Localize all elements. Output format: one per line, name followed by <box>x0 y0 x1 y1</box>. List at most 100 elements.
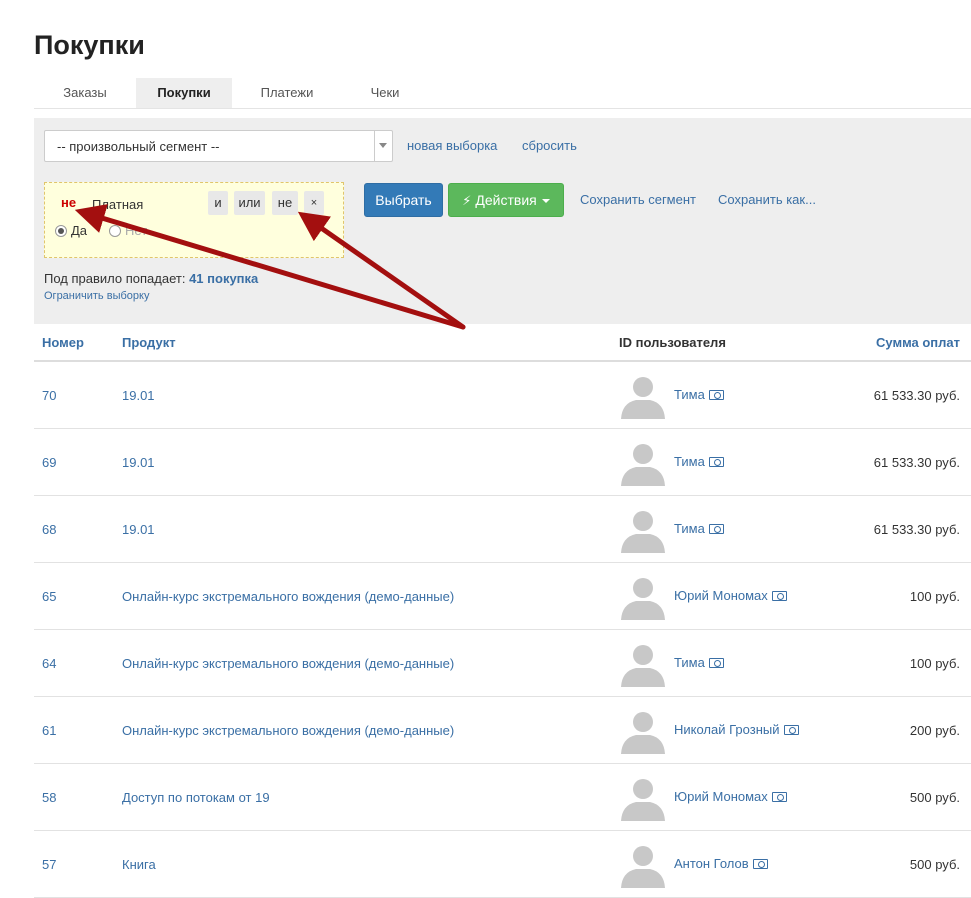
table-row: 70 19.01 Тима 61 533.30 руб. <box>34 362 971 429</box>
user-link[interactable]: Тима <box>674 387 724 402</box>
product-link[interactable]: Онлайн-курс экстремального вождения (дем… <box>122 589 454 604</box>
table-header: Номер Продукт ID пользователя Сумма опла… <box>34 324 971 362</box>
table-row: 64 Онлайн-курс экстремального вождения (… <box>34 630 971 697</box>
avatar-placeholder-icon <box>621 712 665 754</box>
money-icon[interactable] <box>752 858 768 869</box>
money-icon[interactable] <box>708 657 724 668</box>
user-link[interactable]: Юрий Мономах <box>674 789 787 804</box>
and-button[interactable]: и <box>208 191 228 215</box>
payment-sum: 61 533.30 руб. <box>873 455 960 470</box>
reset-link[interactable]: сбросить <box>522 138 577 153</box>
save-as-link[interactable]: Сохранить как... <box>718 192 816 207</box>
product-link[interactable]: Доступ по потокам от 19 <box>122 790 270 805</box>
segment-select-toggle[interactable] <box>374 131 392 161</box>
column-header-product[interactable]: Продукт <box>122 335 176 350</box>
user-link[interactable]: Тима <box>674 655 724 670</box>
new-selection-link[interactable]: новая выборка <box>407 138 497 153</box>
rule-count-link[interactable]: 41 покупка <box>189 271 258 286</box>
column-header-user-id: ID пользователя <box>619 335 726 350</box>
column-header-number[interactable]: Номер <box>42 335 84 350</box>
caret-down-icon <box>541 199 550 204</box>
tab-bar: Заказы Покупки Платежи Чеки <box>34 78 971 109</box>
lightning-icon: ⚡ <box>462 193 472 208</box>
avatar-placeholder-icon <box>621 444 665 486</box>
user-name: Юрий Мономах <box>674 789 768 804</box>
actions-button[interactable]: ⚡ Действия <box>448 183 564 217</box>
purchase-number-link[interactable]: 64 <box>42 656 56 671</box>
avatar-placeholder-icon <box>621 511 665 553</box>
remove-condition-button[interactable]: × <box>304 191 324 215</box>
purchase-number-link[interactable]: 70 <box>42 388 56 403</box>
purchase-number-link[interactable]: 57 <box>42 857 56 872</box>
table-row: 65 Онлайн-курс экстремального вождения (… <box>34 563 971 630</box>
avatar-placeholder-icon <box>621 578 665 620</box>
money-icon[interactable] <box>708 523 724 534</box>
product-link[interactable]: 19.01 <box>122 522 155 537</box>
money-icon[interactable] <box>771 791 787 802</box>
user-link[interactable]: Антон Голов <box>674 856 768 871</box>
condition-label: Платная <box>92 197 144 212</box>
product-link[interactable]: 19.01 <box>122 455 155 470</box>
payment-sum: 500 руб. <box>909 857 960 872</box>
money-icon[interactable] <box>783 724 799 735</box>
radio-yes[interactable] <box>55 224 67 237</box>
table-row: 57 Книга Антон Голов 500 руб. <box>34 831 971 898</box>
radio-no-label: Нет <box>125 223 148 238</box>
product-link[interactable]: Онлайн-курс экстремального вождения (дем… <box>122 723 454 738</box>
purchase-number-link[interactable]: 65 <box>42 589 56 604</box>
purchases-table: 70 19.01 Тима 61 533.30 руб. 69 19.01 Ти… <box>34 362 971 898</box>
tab-receipts[interactable]: Чеки <box>342 78 428 108</box>
user-link[interactable]: Николай Грозный <box>674 722 799 737</box>
limit-selection-link[interactable]: Ограничить выборку <box>44 290 149 302</box>
or-button[interactable]: или <box>234 191 265 215</box>
user-link[interactable]: Юрий Мономах <box>674 588 787 603</box>
filter-condition: не Платная и или не × Да Нет <box>44 182 344 258</box>
radio-yes-label: Да <box>71 223 88 238</box>
segment-select[interactable]: -- произвольный сегмент -- <box>44 130 393 162</box>
payment-sum: 100 руб. <box>909 656 960 671</box>
money-icon[interactable] <box>708 389 724 400</box>
purchase-number-link[interactable]: 68 <box>42 522 56 537</box>
condition-negation-toggle[interactable]: не <box>61 195 76 210</box>
purchase-number-link[interactable]: 61 <box>42 723 56 738</box>
chevron-down-icon <box>379 143 387 148</box>
table-row: 61 Онлайн-курс экстремального вождения (… <box>34 697 971 764</box>
tab-payments[interactable]: Платежи <box>232 78 342 108</box>
user-name: Тима <box>674 655 705 670</box>
condition-radio-group: Да Нет <box>55 223 169 238</box>
tab-orders[interactable]: Заказы <box>34 78 136 108</box>
product-link[interactable]: 19.01 <box>122 388 155 403</box>
user-link[interactable]: Тима <box>674 521 724 536</box>
column-header-sum[interactable]: Сумма оплат <box>876 335 960 350</box>
user-name: Тима <box>674 454 705 469</box>
rule-summary-prefix: Под правило попадает: <box>44 271 186 286</box>
avatar-placeholder-icon <box>621 377 665 419</box>
avatar-placeholder-icon <box>621 645 665 687</box>
payment-sum: 500 руб. <box>909 790 960 805</box>
save-segment-link[interactable]: Сохранить сегмент <box>580 192 696 207</box>
actions-button-label: Действия <box>475 192 537 208</box>
user-name: Тима <box>674 521 705 536</box>
payment-sum: 200 руб. <box>909 723 960 738</box>
segment-select-value: -- произвольный сегмент -- <box>57 139 220 154</box>
not-button[interactable]: не <box>272 191 298 215</box>
purchase-number-link[interactable]: 69 <box>42 455 56 470</box>
product-link[interactable]: Книга <box>122 857 156 872</box>
product-link[interactable]: Онлайн-курс экстремального вождения (дем… <box>122 656 454 671</box>
tab-purchases[interactable]: Покупки <box>136 78 232 108</box>
user-name: Тима <box>674 387 705 402</box>
purchase-number-link[interactable]: 58 <box>42 790 56 805</box>
table-row: 69 19.01 Тима 61 533.30 руб. <box>34 429 971 496</box>
avatar-placeholder-icon <box>621 779 665 821</box>
payment-sum: 61 533.30 руб. <box>873 522 960 537</box>
payment-sum: 100 руб. <box>909 589 960 604</box>
filter-panel: -- произвольный сегмент -- новая выборка… <box>34 118 971 324</box>
user-name: Юрий Мономах <box>674 588 768 603</box>
user-link[interactable]: Тима <box>674 454 724 469</box>
rule-summary: Под правило попадает: 41 покупка <box>44 271 258 286</box>
select-button[interactable]: Выбрать <box>364 183 443 217</box>
radio-no[interactable] <box>109 224 122 237</box>
money-icon[interactable] <box>771 590 787 601</box>
money-icon[interactable] <box>708 456 724 467</box>
page-title: Покупки <box>34 30 145 60</box>
